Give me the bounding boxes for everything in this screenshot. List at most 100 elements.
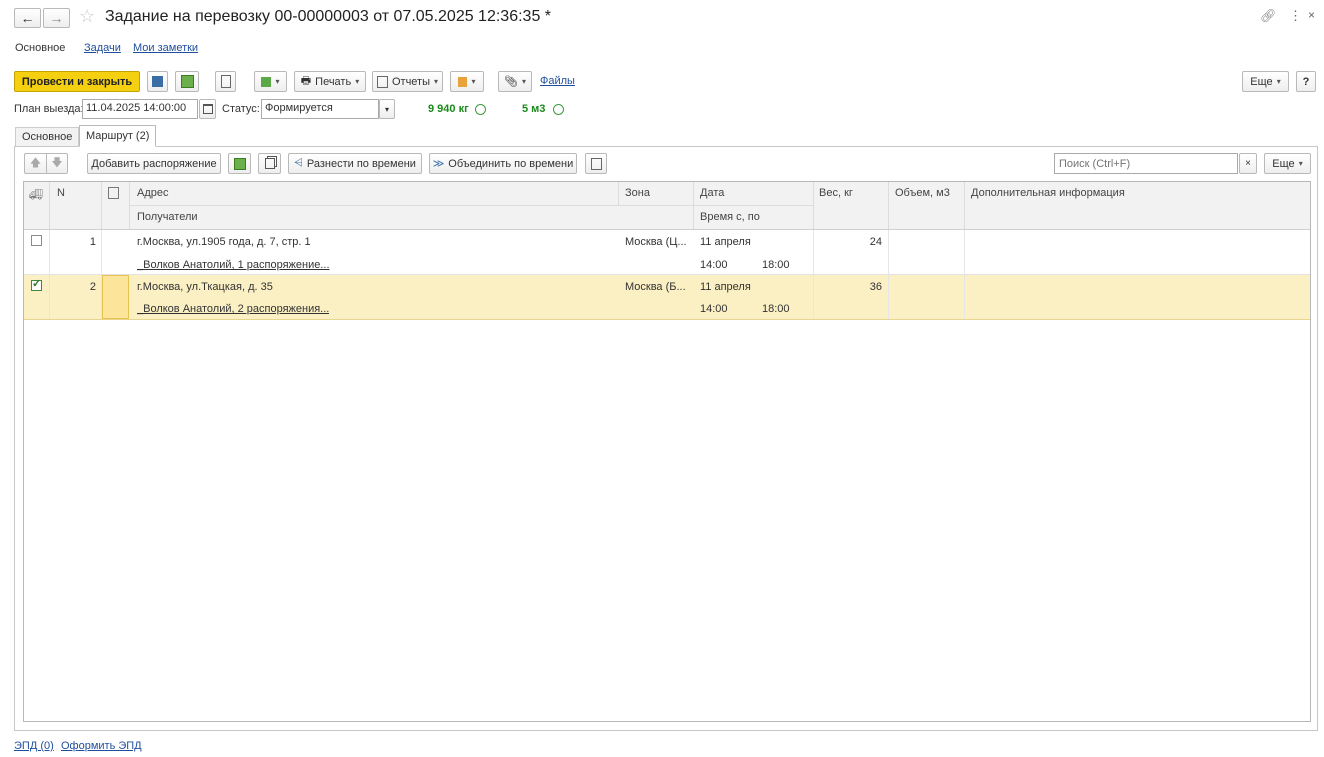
back-button[interactable]: ← xyxy=(14,8,41,28)
add-order-label: Добавить распоряжение xyxy=(91,157,217,170)
nav-tab-main[interactable]: Основное xyxy=(15,42,65,54)
edit-button[interactable] xyxy=(228,153,251,174)
tab-route[interactable]: Маршрут (2) xyxy=(79,125,157,147)
help-button[interactable]: ? xyxy=(1296,71,1316,92)
add-order-button[interactable]: Добавить распоряжение xyxy=(87,153,221,174)
print-label: Печать xyxy=(315,75,352,88)
export-icon xyxy=(590,157,602,170)
col-address-header: Адрес xyxy=(137,187,169,199)
volume-status-icon xyxy=(553,104,564,115)
save-button[interactable] xyxy=(147,71,168,92)
row-address: г.Москва, ул.Ткацкая, д. 35 xyxy=(137,281,273,293)
clear-icon: × xyxy=(1245,158,1251,169)
arrow-down-icon: 🡇︎ xyxy=(51,157,63,169)
help-label: ? xyxy=(1302,75,1310,88)
row-date: 11 апреля xyxy=(700,236,751,248)
check-icon: ✓ xyxy=(32,278,42,290)
arrow-right-icon: → xyxy=(49,10,64,26)
row-date: 11 апреля xyxy=(700,281,751,293)
create-based-button[interactable]: ▾ xyxy=(254,71,287,92)
print-button[interactable]: 🖶︎ Печать ▾ xyxy=(294,71,366,92)
row-recipients-link[interactable]: _Волков Анатолий, 2 распоряжения... xyxy=(137,303,329,315)
row-weight: 36 xyxy=(869,281,882,293)
row-time-to: 18:00 xyxy=(762,303,790,315)
row-time-from: 14:00 xyxy=(700,259,728,271)
nav-tab-tasks[interactable]: Задачи xyxy=(84,42,121,54)
edit-icon xyxy=(233,157,246,170)
weight-indicator: 9 940 кг xyxy=(428,103,469,115)
more-vertical-icon[interactable]: ⋮ xyxy=(1289,8,1302,24)
row-zone: Москва (Б... xyxy=(625,281,686,293)
row-number: 1 xyxy=(89,236,96,248)
reports-label: Отчеты xyxy=(391,75,430,88)
search-clear-button[interactable]: × xyxy=(1239,153,1257,174)
more-button[interactable]: Еще ▾ xyxy=(1242,71,1289,92)
selected-cell-highlight xyxy=(102,275,129,319)
post-button[interactable] xyxy=(175,71,199,92)
plan-label: План выезда: xyxy=(14,103,84,115)
post-icon xyxy=(180,75,194,88)
move-down-button[interactable]: 🡇︎ xyxy=(46,153,68,174)
volume-indicator: 5 м3 xyxy=(522,103,546,115)
list-button[interactable] xyxy=(215,71,236,92)
route-more-button[interactable]: Еще ▾ xyxy=(1264,153,1311,174)
post-and-close-button[interactable]: Провести и закрыть xyxy=(14,71,140,92)
row-time-to: 18:00 xyxy=(762,259,790,271)
export-button[interactable] xyxy=(585,153,607,174)
copy-button[interactable] xyxy=(258,153,281,174)
document-export-icon xyxy=(108,187,119,199)
search-input[interactable] xyxy=(1054,153,1238,174)
plan-date-field[interactable]: 11.04.2025 14:00:00 xyxy=(82,99,198,119)
col-time-header: Время с, по xyxy=(700,211,760,223)
route-more-label: Еще xyxy=(1272,157,1295,170)
tab-main[interactable]: Основное xyxy=(15,127,80,146)
col-weight-header: Вес, кг xyxy=(819,187,853,199)
page-title: Задание на перевозку 00-00000003 от 07.0… xyxy=(105,8,552,25)
create-based-icon xyxy=(261,76,272,87)
truck-icon: 🚚︎ xyxy=(29,189,43,201)
weight-status-icon xyxy=(475,104,486,115)
link-icon[interactable]: 🔗︎ xyxy=(1260,8,1277,24)
combine-time-button[interactable]: ≫ Объединить по времени xyxy=(429,153,577,174)
printer-icon: 🖶︎ xyxy=(300,75,312,87)
row-time-from: 14:00 xyxy=(700,303,728,315)
row-address: г.Москва, ул.1905 года, д. 7, стр. 1 xyxy=(137,236,311,248)
more-label: Еще xyxy=(1250,75,1273,88)
document-icon xyxy=(220,75,231,88)
combine-time-label: Объединить по времени xyxy=(448,157,574,170)
col-recipients-header: Получатели xyxy=(137,211,198,223)
status-field[interactable]: Формируется xyxy=(261,99,379,119)
combine-icon: ≫ xyxy=(432,158,445,170)
attachments-menu-button[interactable]: ▾ xyxy=(450,71,484,92)
make-epd-link[interactable]: Оформить ЭПД xyxy=(61,740,142,752)
calendar-button[interactable] xyxy=(199,99,216,119)
col-zone-header: Зона xyxy=(625,187,650,199)
arrow-left-icon: ← xyxy=(20,10,35,26)
nav-tab-notes[interactable]: Мои заметки xyxy=(133,42,198,54)
status-dropdown-button[interactable]: ▾ xyxy=(379,99,395,119)
distribute-time-label: Разнести по времени xyxy=(306,157,416,170)
forward-button[interactable]: → xyxy=(43,8,70,28)
attachment-doc-icon xyxy=(458,76,468,87)
reports-icon xyxy=(376,75,388,88)
move-up-button[interactable]: 🡅︎ xyxy=(24,153,46,174)
post-and-close-label: Провести и закрыть xyxy=(21,75,133,88)
distribute-time-button[interactable]: ⩤ Разнести по времени xyxy=(288,153,422,174)
epd-link[interactable]: ЭПД (0) xyxy=(14,740,54,752)
row-checkbox-checked[interactable]: ✓ xyxy=(31,278,42,291)
row-recipients-link[interactable]: _Волков Анатолий, 1 распоряжение... xyxy=(137,259,330,271)
calendar-icon xyxy=(202,104,213,114)
row-weight: 24 xyxy=(869,236,882,248)
status-label: Статус: xyxy=(222,103,260,115)
col-date-header: Дата xyxy=(700,187,725,199)
col-n-header: N xyxy=(57,187,65,199)
col-info-header: Дополнительная информация xyxy=(971,187,1125,199)
row-number: 2 xyxy=(89,281,96,293)
close-icon[interactable]: × xyxy=(1308,8,1315,22)
arrow-up-icon: 🡅︎ xyxy=(29,157,42,169)
attach-file-button[interactable]: 📎︎ ▾ xyxy=(498,71,532,92)
row-checkbox[interactable] xyxy=(31,235,42,246)
reports-button[interactable]: Отчеты ▾ xyxy=(372,71,443,92)
files-link[interactable]: Файлы xyxy=(540,75,575,87)
star-icon[interactable]: ☆ xyxy=(79,6,95,27)
